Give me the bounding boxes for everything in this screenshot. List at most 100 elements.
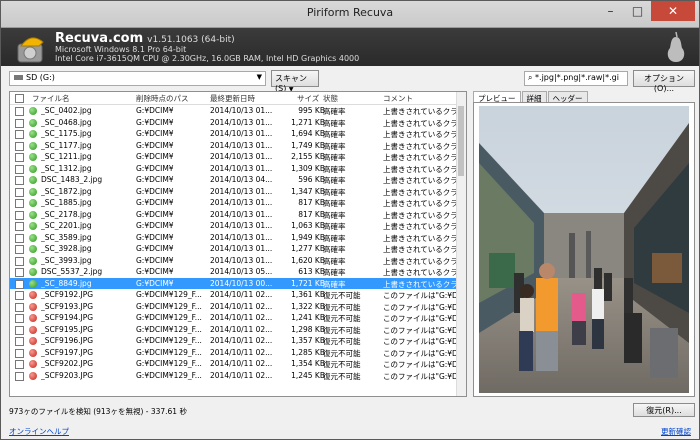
cell-modified: 2014/10/13 01...	[210, 209, 273, 219]
row-checkbox[interactable]	[15, 210, 24, 220]
table-row[interactable]: _SC_1175.jpg G:¥DCIM¥ 2014/10/13 01... 1,69…	[10, 128, 458, 140]
row-checkbox[interactable]	[15, 176, 24, 185]
row-checkbox[interactable]	[15, 233, 24, 243]
table-row[interactable]: _SC_3589.jpg G:¥DCIM¥ 2014/10/13 01... 1,94…	[10, 232, 458, 244]
row-checkbox[interactable]	[15, 279, 24, 289]
table-row[interactable]: _SC_2178.jpg G:¥DCIM¥ 2014/10/13 01... 817 …	[10, 209, 458, 221]
row-checkbox[interactable]	[15, 256, 24, 266]
cell-filename: _SC_3589.jpg	[41, 232, 92, 242]
table-row[interactable]: _SC_0402.jpg G:¥DCIM¥ 2014/10/13 01... 995 …	[10, 105, 458, 117]
green-status-icon	[29, 176, 37, 184]
table-row[interactable]: _SCF9202.JPG G:¥DCIM¥129_F... 2014/10/11 0…	[10, 358, 458, 370]
column-comment[interactable]: コメント	[383, 93, 413, 104]
recover-button[interactable]: 復元(R)...	[633, 403, 695, 417]
column-modified[interactable]: 最終更新日時	[210, 93, 255, 104]
table-row[interactable]: _SC_1177.jpg G:¥DCIM¥ 2014/10/13 01... 1,74…	[10, 140, 458, 152]
cell-modified: 2014/10/11 02...	[210, 313, 273, 322]
table-row[interactable]: _SCF9194.JPG G:¥DCIM¥129_F... 2014/10/11 0…	[10, 312, 458, 324]
maximize-button[interactable]: □	[624, 1, 651, 21]
cell-state: 高確率	[323, 187, 346, 197]
table-row[interactable]: _SC_3993.jpg G:¥DCIM¥ 2014/10/13 01... 1,62…	[10, 255, 458, 267]
cell-path: G:¥DCIM¥	[136, 106, 174, 115]
table-row[interactable]: _SC_1872.jpg G:¥DCIM¥ 2014/10/13 01... 1,34…	[10, 186, 458, 198]
options-button[interactable]: オプション(O)...	[633, 70, 695, 93]
row-checkbox[interactable]	[15, 153, 24, 162]
cell-size: 1,721 KB	[291, 278, 325, 288]
table-row[interactable]: DSC_1483_2.jpg G:¥DCIM¥ 2014/10/13 04... 59…	[10, 174, 458, 186]
table-row[interactable]: _SC_2201.jpg G:¥DCIM¥ 2014/10/13 01... 1,06…	[10, 220, 458, 232]
row-checkbox[interactable]	[15, 222, 24, 231]
cell-state: 高確率	[323, 130, 346, 139]
cell-comment: 上書きされているクラスタは	[383, 222, 457, 231]
row-checkbox[interactable]	[15, 360, 24, 369]
column-state[interactable]: 状態	[323, 93, 338, 104]
green-status-icon	[29, 279, 37, 288]
red-status-icon	[29, 302, 37, 311]
check-updates-link[interactable]: 更新確認	[661, 426, 691, 437]
cell-modified: 2014/10/13 01...	[210, 106, 273, 115]
table-row[interactable]: _SCF9193.JPG G:¥DCIM¥129_F... 2014/10/11 0…	[10, 301, 458, 313]
column-filename[interactable]: ファイル名	[32, 93, 70, 104]
column-size[interactable]: サイズ	[297, 93, 319, 104]
row-checkbox[interactable]	[15, 107, 24, 116]
table-row[interactable]: _SC_3928.jpg G:¥DCIM¥ 2014/10/13 01... 1,27…	[10, 243, 458, 255]
cell-size: 995 KB	[298, 106, 325, 115]
cell-comment: 上書きされているクラスタは	[383, 268, 457, 277]
row-checkbox[interactable]	[15, 348, 24, 358]
cell-state: 高確率	[323, 256, 346, 266]
cell-size: 1,241 KB	[291, 313, 325, 322]
app-version: v1.51.1063 (64-bit)	[147, 35, 235, 45]
row-checkbox[interactable]	[15, 302, 24, 312]
row-checkbox[interactable]	[15, 325, 24, 335]
table-row[interactable]: _SC_1312.jpg G:¥DCIM¥ 2014/10/13 01... 1,30…	[10, 163, 458, 175]
table-row[interactable]: _SC_1211.jpg G:¥DCIM¥ 2014/10/13 01... 2,15…	[10, 151, 458, 163]
cell-filename: _SCF9195.JPG	[41, 324, 94, 334]
green-status-icon	[29, 256, 37, 265]
row-checkbox[interactable]	[15, 164, 24, 174]
row-checkbox[interactable]	[15, 199, 24, 208]
scrollbar-thumb[interactable]	[458, 106, 464, 176]
cell-size: 1,063 KB	[291, 221, 325, 230]
cell-state: 高確率	[323, 199, 346, 208]
row-checkbox[interactable]	[15, 141, 24, 151]
row-checkbox[interactable]	[15, 314, 24, 323]
vertical-scrollbar[interactable]	[456, 92, 466, 396]
table-row[interactable]: _SCF9195.JPG G:¥DCIM¥129_F... 2014/10/11 0…	[10, 324, 458, 336]
cell-modified: 2014/10/13 01...	[210, 221, 273, 230]
row-checkbox[interactable]	[15, 130, 24, 139]
row-checkbox[interactable]	[15, 245, 24, 254]
row-checkbox[interactable]	[15, 268, 24, 277]
table-row[interactable]: _SC_8849.jpg G:¥DCIM¥ 2014/10/13 00... 1,72…	[10, 277, 458, 289]
column-path[interactable]: 削除時点のパス	[136, 93, 189, 104]
row-checkbox[interactable]	[15, 291, 24, 300]
toolbar: SD (G:) ▼ スキャン(S) ▼ ⌕ *.jpg|*.png|*.raw|…	[1, 69, 699, 93]
cell-size: 1,245 KB	[291, 370, 325, 380]
row-checkbox[interactable]	[15, 337, 24, 346]
table-row[interactable]: _SC_0468.jpg G:¥DCIM¥ 2014/10/13 01... 1,27…	[10, 117, 458, 129]
filter-value: *.jpg|*.png|*.raw|*.gi	[535, 73, 619, 82]
drive-select[interactable]: SD (G:) ▼	[9, 71, 266, 86]
row-checkbox[interactable]	[15, 371, 24, 381]
table-row[interactable]: _SCF9203.JPG G:¥DCIM¥129_F... 2014/10/11 0…	[10, 370, 458, 382]
filename-filter-input[interactable]: ⌕ *.jpg|*.png|*.raw|*.gi	[524, 71, 628, 86]
row-checkbox[interactable]	[15, 187, 24, 197]
online-help-link[interactable]: オンラインヘルプ	[9, 426, 69, 437]
row-checkbox[interactable]	[15, 118, 24, 128]
cell-modified: 2014/10/13 01...	[210, 163, 273, 173]
cell-size: 596 KB	[298, 175, 325, 184]
table-row[interactable]: _SCF9196.JPG G:¥DCIM¥129_F... 2014/10/11 0…	[10, 335, 458, 347]
cell-modified: 2014/10/13 05...	[210, 267, 273, 276]
cell-path: G:¥DCIM¥	[136, 221, 174, 230]
cell-comment: このファイルは"G:¥DCIM¥	[383, 337, 457, 346]
red-status-icon	[29, 314, 37, 322]
close-button[interactable]: ✕	[651, 1, 695, 21]
cell-comment: このファイルは"G:¥DCIM¥	[383, 360, 457, 369]
table-row[interactable]: _SCF9197.JPG G:¥DCIM¥129_F... 2014/10/11 0…	[10, 347, 458, 359]
cell-state: 高確率	[323, 164, 346, 174]
table-row[interactable]: DSC_5537_2.jpg G:¥DCIM¥ 2014/10/13 05... 61…	[10, 266, 458, 278]
table-row[interactable]: _SCF9192.JPG G:¥DCIM¥129_F... 2014/10/11 0…	[10, 289, 458, 301]
minimize-button[interactable]: –	[597, 1, 624, 21]
cell-path: G:¥DCIM¥129_F...	[136, 347, 202, 357]
scan-button[interactable]: スキャン(S) ▼	[271, 70, 319, 93]
table-row[interactable]: _SC_1885.jpg G:¥DCIM¥ 2014/10/13 01... 817 …	[10, 197, 458, 209]
